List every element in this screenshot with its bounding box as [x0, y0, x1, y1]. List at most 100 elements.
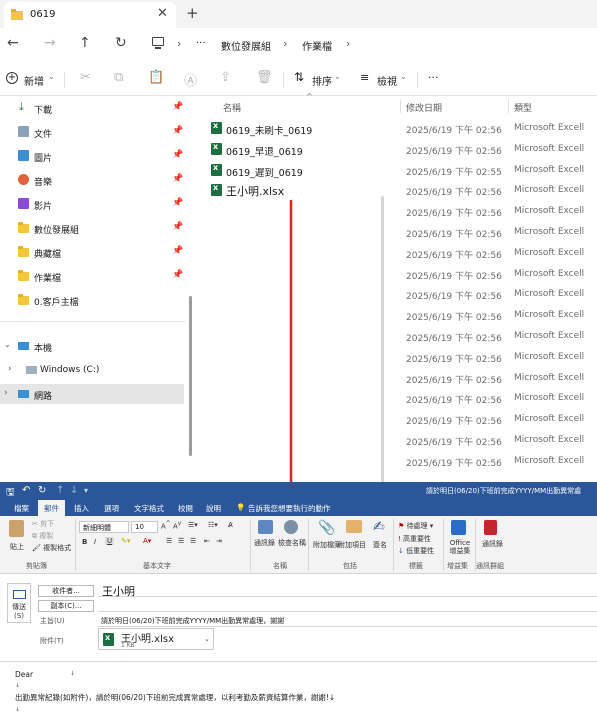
- tree-item-windows-c[interactable]: › Windows (C:): [0, 360, 184, 380]
- to-button[interactable]: 收件者...: [38, 585, 94, 597]
- chevron-down-icon[interactable]: ⌄: [204, 635, 210, 643]
- file-row[interactable]: 2025/6/19 下午 02:56 Microsoft Excell: [195, 222, 597, 243]
- tab-insert[interactable]: 插入: [74, 503, 89, 514]
- breadcrumb-item[interactable]: 數位發展組: [221, 38, 271, 53]
- sidebar-item-folder[interactable]: 0.客戶主檔: [0, 290, 184, 310]
- sidebar-item-downloads[interactable]: ⤓ 下載 📌: [0, 98, 184, 118]
- file-row[interactable]: 2025/6/19 下午 02:56 Microsoft Excell: [195, 201, 597, 222]
- share-icon[interactable]: ⇪: [220, 70, 231, 85]
- high-importance-button[interactable]: ! 高重要性: [398, 534, 431, 544]
- file-row[interactable]: 2025/6/19 下午 02:56 Microsoft Excell: [195, 388, 597, 409]
- pin-icon[interactable]: 📌: [172, 150, 183, 160]
- format-painter-button[interactable]: 🖌 複製格式: [32, 543, 71, 553]
- file-row[interactable]: 2025/6/19 下午 02:56 Microsoft Excell: [195, 347, 597, 368]
- check-names-button[interactable]: 檢查名稱: [278, 538, 306, 548]
- up-arrow-icon[interactable]: ↑: [79, 35, 91, 51]
- undo-icon[interactable]: ↶: [22, 485, 30, 496]
- copy-button[interactable]: ⧉ 複製: [32, 531, 53, 541]
- follow-up-button[interactable]: ⚑ 待處理 ▾: [398, 521, 433, 531]
- signature-button[interactable]: 簽名: [373, 540, 387, 550]
- tab-options[interactable]: 選項: [104, 503, 119, 514]
- align-right-icon[interactable]: ☰: [190, 537, 196, 545]
- file-row[interactable]: 王小明.xlsx 2025/6/19 下午 02:56 Microsoft Exce…: [195, 180, 597, 201]
- attach-item-icon[interactable]: [346, 520, 362, 533]
- attachment-chip[interactable]: 王小明.xlsx 1 KB ⌄: [98, 628, 214, 650]
- paste-button[interactable]: 貼上: [10, 542, 24, 552]
- pin-icon[interactable]: 📌: [172, 198, 183, 208]
- tab-0619[interactable]: 0619 ✕: [4, 2, 176, 28]
- address-book-button[interactable]: 通訊錄: [254, 538, 275, 548]
- refresh-icon[interactable]: ↻: [115, 35, 127, 51]
- file-row[interactable]: 2025/6/19 下午 02:56 Microsoft Excell: [195, 305, 597, 326]
- down-arrow-icon[interactable]: ↓: [70, 485, 78, 496]
- file-row[interactable]: 2025/6/19 下午 02:56 Microsoft Excell: [195, 284, 597, 305]
- file-row[interactable]: 2025/6/19 下午 02:56 Microsoft Excell: [195, 243, 597, 264]
- office-addins-button[interactable]: Office 增益集: [446, 539, 474, 555]
- forward-arrow-icon[interactable]: →: [44, 35, 56, 51]
- cut-icon[interactable]: ✂: [80, 70, 91, 85]
- column-header-date[interactable]: 修改日期: [406, 101, 442, 114]
- more-options-button[interactable]: ···: [428, 71, 439, 84]
- chevron-right-icon[interactable]: ›: [4, 388, 8, 398]
- up-arrow-icon[interactable]: ↑: [56, 485, 64, 496]
- file-row[interactable]: 2025/6/19 下午 02:56 Microsoft Excell: [195, 451, 597, 472]
- cut-button[interactable]: ✂ 剪下: [32, 519, 54, 529]
- chevron-down-icon[interactable]: ⌄: [334, 72, 341, 81]
- tab-help[interactable]: 說明: [206, 503, 221, 514]
- pin-icon[interactable]: 📌: [172, 270, 183, 280]
- tab-file[interactable]: 檔案: [14, 503, 29, 514]
- chevron-down-icon[interactable]: ⌄: [400, 72, 407, 81]
- redo-icon[interactable]: ↻: [38, 485, 46, 496]
- sidebar-item-music[interactable]: 音樂 📌: [0, 170, 184, 190]
- chevron-down-icon[interactable]: ⌄: [4, 340, 11, 349]
- subject-field[interactable]: 請於明日(06/20)下班前完成YYYY/MM出勤異常處理，謝謝: [98, 614, 597, 627]
- underline-icon[interactable]: U: [105, 537, 115, 545]
- to-field[interactable]: 王小明: [98, 584, 597, 598]
- paste-icon[interactable]: 📋: [148, 70, 164, 85]
- tell-me-box[interactable]: 告訴我您想要執行的動作: [248, 503, 331, 514]
- bold-icon[interactable]: B: [82, 538, 87, 546]
- breadcrumb-item[interactable]: 作業檔: [302, 38, 332, 53]
- sidebar-item-folder[interactable]: 作業檔 📌: [0, 266, 184, 286]
- sidebar-item-folder[interactable]: 數位發展組 📌: [0, 218, 184, 238]
- pin-icon[interactable]: 📌: [172, 246, 183, 256]
- pin-icon[interactable]: 📌: [172, 126, 183, 136]
- attach-item-button[interactable]: 附加項目: [338, 540, 366, 550]
- low-importance-button[interactable]: ↓ 低重要性: [398, 546, 434, 556]
- increase-indent-icon[interactable]: ⇥: [216, 537, 222, 545]
- column-header-name[interactable]: 名稱: [223, 101, 241, 114]
- file-row[interactable]: 2025/6/19 下午 02:56 Microsoft Excell: [195, 326, 597, 347]
- bullets-icon[interactable]: ☰▾: [188, 521, 198, 529]
- highlight-icon[interactable]: ✎▾: [121, 537, 130, 545]
- numbering-icon[interactable]: ☷▾: [208, 521, 218, 529]
- clear-format-icon[interactable]: A̷: [228, 521, 233, 529]
- file-row[interactable]: 0619_未刷卡_0619 2025/6/19 下午 02:56 Microsoft…: [195, 118, 597, 139]
- tab-format-text[interactable]: 文字格式: [134, 503, 164, 514]
- pin-icon[interactable]: 📌: [172, 222, 183, 232]
- sidebar-item-pictures[interactable]: 圖片 📌: [0, 146, 184, 166]
- new-tab-icon[interactable]: +: [186, 4, 199, 22]
- sidebar-item-documents[interactable]: 文件 📌: [0, 122, 184, 142]
- office-addins-icon[interactable]: [451, 520, 466, 535]
- tree-item-this-pc[interactable]: ⌄ 本機: [0, 336, 184, 356]
- check-names-icon[interactable]: [284, 520, 298, 534]
- file-row[interactable]: 2025/6/19 下午 02:56 Microsoft Excell: [195, 430, 597, 451]
- tree-item-network[interactable]: › 網路: [0, 384, 184, 404]
- address-book-icon[interactable]: [258, 520, 273, 534]
- column-divider[interactable]: [400, 99, 401, 113]
- tab-review[interactable]: 校閱: [178, 503, 193, 514]
- sort-button[interactable]: 排序: [312, 73, 332, 88]
- grow-font-icon[interactable]: A^: [161, 521, 171, 530]
- chevron-right-icon[interactable]: ›: [8, 364, 12, 374]
- file-row[interactable]: 2025/6/19 下午 02:56 Microsoft Excell: [195, 409, 597, 430]
- font-name-select[interactable]: 新細明體: [79, 521, 129, 533]
- paperclip-icon[interactable]: 📎: [318, 520, 335, 536]
- customize-toolbar-icon[interactable]: ▾: [84, 486, 88, 495]
- italic-icon[interactable]: I: [94, 538, 96, 546]
- contacts-icon[interactable]: [484, 520, 497, 535]
- close-tab-icon[interactable]: ✕: [157, 6, 168, 21]
- sidebar-item-videos[interactable]: 影片 📌: [0, 194, 184, 214]
- pin-icon[interactable]: 📌: [172, 174, 183, 184]
- signature-icon[interactable]: ✍: [373, 519, 385, 535]
- breadcrumb-overflow[interactable]: ···: [196, 38, 206, 49]
